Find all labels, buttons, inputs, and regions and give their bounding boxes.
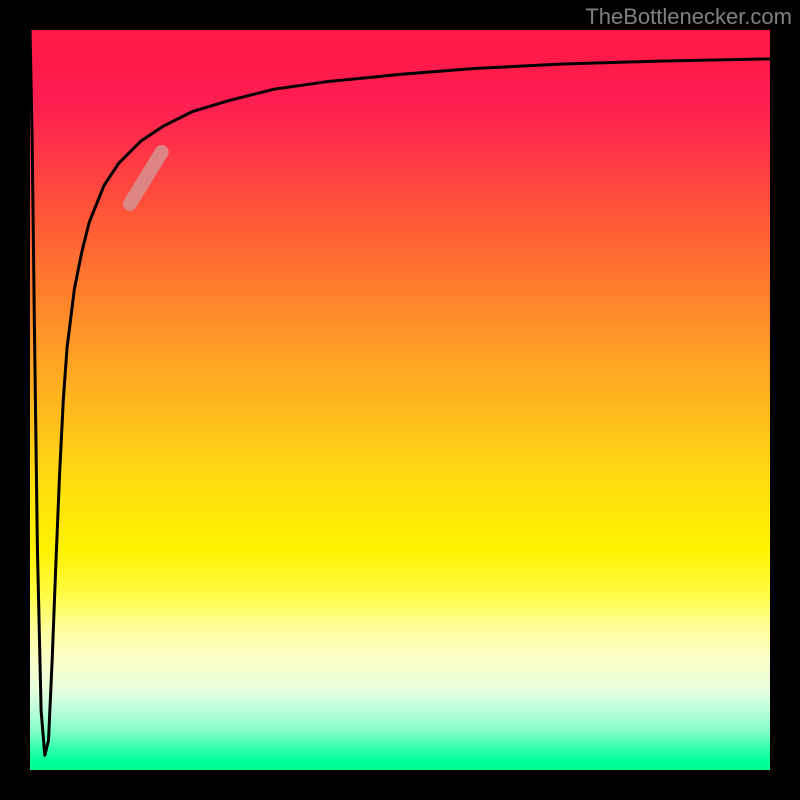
bottleneck-curve xyxy=(30,30,770,755)
chart-svg xyxy=(30,30,770,770)
plot-area xyxy=(30,30,770,770)
highlight-segment xyxy=(130,152,162,204)
watermark-label: TheBottleneсker.com xyxy=(585,4,792,30)
